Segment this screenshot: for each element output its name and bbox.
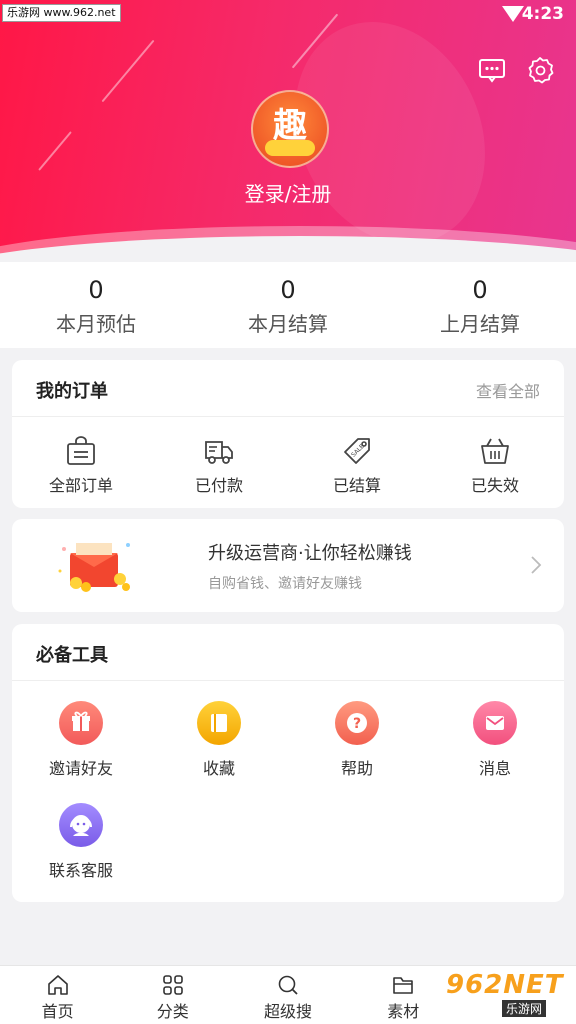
basket-icon xyxy=(481,438,509,464)
tool-favorites[interactable]: 收藏 xyxy=(150,701,288,779)
chevron-right-icon xyxy=(530,555,542,579)
order-label: 已结算 xyxy=(332,476,381,495)
tab-category[interactable]: 分类 xyxy=(115,966,230,1024)
orders-title: 我的订单 xyxy=(36,381,108,402)
tab-label: 首页 xyxy=(41,1002,74,1021)
tab-super-search[interactable]: 超级搜 xyxy=(230,966,345,1024)
watermark-small: 乐游网 xyxy=(502,1000,547,1017)
category-icon xyxy=(162,975,183,995)
my-orders-card: 我的订单 查看全部 全部订单 已付款 SALE 已结算 已失效 xyxy=(12,360,564,508)
tool-label: 帮助 xyxy=(340,759,373,778)
customer-service-icon xyxy=(59,803,103,847)
card-header: 我的订单 查看全部 xyxy=(12,360,564,417)
tool-label: 收藏 xyxy=(202,759,235,778)
promo-title: 升级运营商·让你轻松赚钱 xyxy=(208,543,412,564)
signal-icon xyxy=(502,6,524,22)
tab-label: 超级搜 xyxy=(264,1002,313,1021)
tab-label: 素材 xyxy=(387,1002,420,1021)
stat-value: 0 xyxy=(88,276,104,304)
delivery-truck-icon xyxy=(205,441,233,464)
order-invalid[interactable]: 已失效 xyxy=(426,417,564,509)
red-envelope-illustration xyxy=(56,531,136,597)
upgrade-promo-banner[interactable]: 升级运营商·让你轻松赚钱 自购省钱、邀请好友赚钱 xyxy=(12,519,564,612)
watermark-big: 962NET xyxy=(446,970,564,1000)
stat-label: 本月结算 xyxy=(248,312,328,336)
tab-label: 分类 xyxy=(156,1002,189,1021)
earnings-stats: 0 本月预估 0 本月结算 0 上月结算 xyxy=(0,262,576,348)
tab-home[interactable]: 首页 xyxy=(0,966,115,1024)
status-bar: 乐游网 www.962.net 4:23 xyxy=(0,0,576,28)
promo-subtitle: 自购省钱、邀请好友赚钱 xyxy=(208,576,362,592)
site-watermark: 乐游网 www.962.net xyxy=(2,4,121,22)
card-header: 必备工具 xyxy=(12,624,564,681)
order-label: 全部订单 xyxy=(48,476,113,495)
tool-messages[interactable]: 消息 xyxy=(426,701,564,779)
mail-icon xyxy=(473,701,517,745)
status-time: 4:23 xyxy=(521,4,564,24)
order-settled[interactable]: SALE 已结算 xyxy=(288,417,426,509)
folder-icon xyxy=(393,977,414,994)
tool-label: 邀请好友 xyxy=(48,759,113,778)
svg-text:?: ? xyxy=(353,716,361,732)
avatar[interactable]: 趣 xyxy=(251,90,329,168)
tab-materials[interactable]: 素材 xyxy=(346,966,461,1024)
home-icon xyxy=(47,975,68,995)
stat-last-month-settled[interactable]: 0 上月结算 xyxy=(384,262,576,348)
settings-icon[interactable] xyxy=(526,56,556,86)
order-label: 已失效 xyxy=(470,476,519,495)
brand-watermark: 962NET 乐游网 xyxy=(446,970,570,1020)
stat-label: 上月结算 xyxy=(440,312,520,336)
stat-month-settled[interactable]: 0 本月结算 xyxy=(192,262,384,348)
stat-value: 0 xyxy=(280,276,296,304)
login-register-link[interactable]: 登录/注册 xyxy=(0,178,576,207)
avatar-coins xyxy=(265,140,315,156)
message-icon[interactable] xyxy=(478,56,508,86)
sale-tag-icon: SALE xyxy=(344,438,370,464)
tool-label: 消息 xyxy=(478,759,511,778)
tools-title: 必备工具 xyxy=(36,645,108,666)
order-paid[interactable]: 已付款 xyxy=(150,417,288,509)
gift-icon xyxy=(59,701,103,745)
search-icon xyxy=(278,975,298,995)
essential-tools-card: 必备工具 邀请好友 收藏 ? 帮助 消息 联系客服 xyxy=(12,624,564,902)
decor-streak xyxy=(101,39,155,103)
tools-grid: 邀请好友 收藏 ? 帮助 消息 联系客服 xyxy=(12,681,564,903)
order-all[interactable]: 全部订单 xyxy=(12,417,150,509)
stat-month-estimate[interactable]: 0 本月预估 xyxy=(0,262,192,348)
tool-invite-friends[interactable]: 邀请好友 xyxy=(12,701,150,779)
stat-label: 本月预估 xyxy=(56,312,136,336)
view-all-orders-link[interactable]: 查看全部 xyxy=(476,378,540,402)
order-label: 已付款 xyxy=(194,476,243,495)
tool-customer-service[interactable]: 联系客服 xyxy=(12,803,150,881)
shopping-bag-icon xyxy=(67,436,95,465)
bookmark-icon xyxy=(197,701,241,745)
tool-help[interactable]: ? 帮助 xyxy=(288,701,426,779)
order-status-row: 全部订单 已付款 SALE 已结算 已失效 xyxy=(12,417,564,509)
decor-streak xyxy=(38,131,72,171)
help-icon: ? xyxy=(335,701,379,745)
tool-label: 联系客服 xyxy=(48,861,113,880)
stat-value: 0 xyxy=(472,276,488,304)
